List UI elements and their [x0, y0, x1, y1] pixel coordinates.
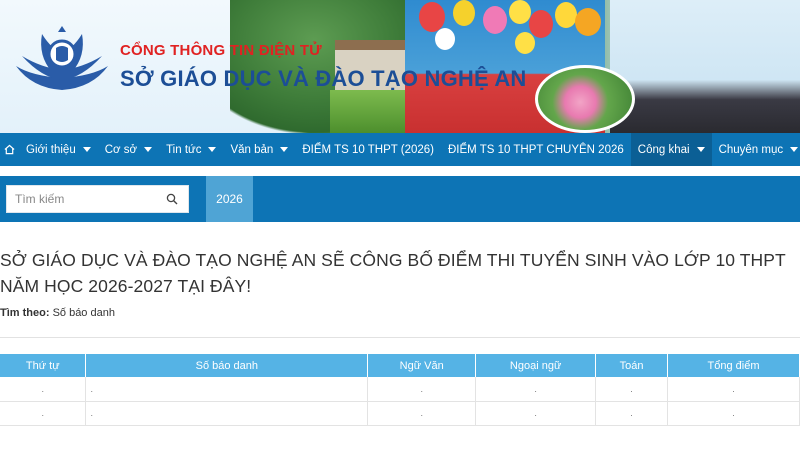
- search-by: Tìm theo: Số báo danh: [0, 307, 115, 319]
- column-header-ngoai-ngu: Ngoại ngữ: [475, 354, 597, 377]
- nav-label: ĐIỂM TS 10 THPT (2026): [302, 143, 434, 156]
- table-cell: .: [667, 401, 800, 426]
- search-input[interactable]: [7, 186, 157, 212]
- table-row: . . . . . .: [0, 401, 800, 426]
- nav-label: Tin tức: [166, 143, 202, 156]
- chevron-down-icon: [144, 147, 153, 152]
- table-cell: .: [667, 377, 800, 402]
- year-tab[interactable]: 2026: [206, 176, 253, 222]
- nav-item-van-ban[interactable]: Văn bản: [223, 133, 295, 166]
- table-cell: .: [85, 377, 369, 402]
- banner-lotus-image: [535, 65, 635, 133]
- nav-item-diem-ts10-chuyen[interactable]: ĐIỂM TS 10 THPT CHUYÊN 2026: [441, 133, 631, 166]
- search-by-value[interactable]: Số báo danh: [53, 307, 115, 319]
- table-cell: .: [595, 401, 669, 426]
- table-cell: .: [0, 377, 87, 402]
- divider: [0, 337, 800, 338]
- table-cell: .: [0, 401, 87, 426]
- search-by-label: Tìm theo:: [0, 307, 50, 319]
- search-icon[interactable]: [166, 193, 178, 205]
- header-banner: CỔNG THÔNG TIN ĐIỆN TỬ SỞ GIÁO DỤC VÀ ĐÀ…: [0, 0, 800, 133]
- table-cell: .: [85, 401, 369, 426]
- table-cell: .: [367, 377, 477, 402]
- nav-item-cong-khai[interactable]: Công khai: [630, 133, 712, 166]
- chevron-down-icon: [208, 147, 217, 152]
- banner-graduation-photo: [610, 0, 800, 133]
- search-bar: 2026: [0, 176, 800, 222]
- column-header-thu-tu: Thứ tự: [0, 354, 87, 377]
- chevron-down-icon: [280, 147, 289, 152]
- logo-icon: [16, 26, 108, 90]
- nav-label: Cơ sở: [104, 143, 138, 156]
- nav-item-tin-tuc[interactable]: Tin tức: [159, 133, 223, 166]
- table-cell: .: [595, 377, 669, 402]
- nav-label: Giới thiệu: [26, 143, 76, 156]
- nav-item-gioi-thieu[interactable]: Giới thiệu: [19, 133, 98, 166]
- column-header-toan: Toán: [595, 354, 669, 377]
- table-cell: .: [475, 377, 597, 402]
- nav-label: Văn bản: [230, 143, 274, 156]
- site-subtitle: CỔNG THÔNG TIN ĐIỆN TỬ: [120, 42, 322, 59]
- column-header-tong-diem: Tổng điểm: [667, 354, 800, 377]
- nav-label: Công khai: [637, 143, 690, 156]
- home-icon: [4, 144, 15, 155]
- nav-label: ĐIỂM TS 10 THPT CHUYÊN 2026: [448, 143, 624, 156]
- chevron-down-icon: [82, 147, 91, 152]
- nav-item-diem-ts10[interactable]: ĐIỂM TS 10 THPT (2026): [295, 133, 441, 166]
- site-title: SỞ GIÁO DỤC VÀ ĐÀO TẠO NGHỆ AN: [120, 66, 527, 91]
- column-header-ngu-van: Ngữ Văn: [367, 354, 477, 377]
- search-box: [6, 185, 189, 213]
- nav-label: Chuyên mục: [718, 143, 784, 156]
- chevron-down-icon: [696, 147, 705, 152]
- column-header-so-bao-danh: Số báo danh: [85, 354, 369, 377]
- table-row: . . . . . .: [0, 377, 800, 402]
- nav-item-co-so[interactable]: Cơ sở: [98, 133, 159, 166]
- page-headline: SỞ GIÁO DỤC VÀ ĐÀO TẠO NGHỆ AN SẼ CÔNG B…: [0, 250, 786, 296]
- results-table: Thứ tự Số báo danh Ngữ Văn Ngoại ngữ Toá…: [0, 354, 800, 426]
- table-cell: .: [475, 401, 597, 426]
- nav-home[interactable]: [0, 133, 19, 166]
- table-cell: .: [367, 401, 477, 426]
- main-nav: Giới thiệu Cơ sở Tin tức Văn bản ĐIỂM TS…: [0, 133, 800, 166]
- chevron-down-icon: [790, 147, 799, 152]
- nav-item-chuyen-muc[interactable]: Chuyên mục: [712, 133, 800, 166]
- table-header-row: Thứ tự Số báo danh Ngữ Văn Ngoại ngữ Toá…: [0, 354, 800, 377]
